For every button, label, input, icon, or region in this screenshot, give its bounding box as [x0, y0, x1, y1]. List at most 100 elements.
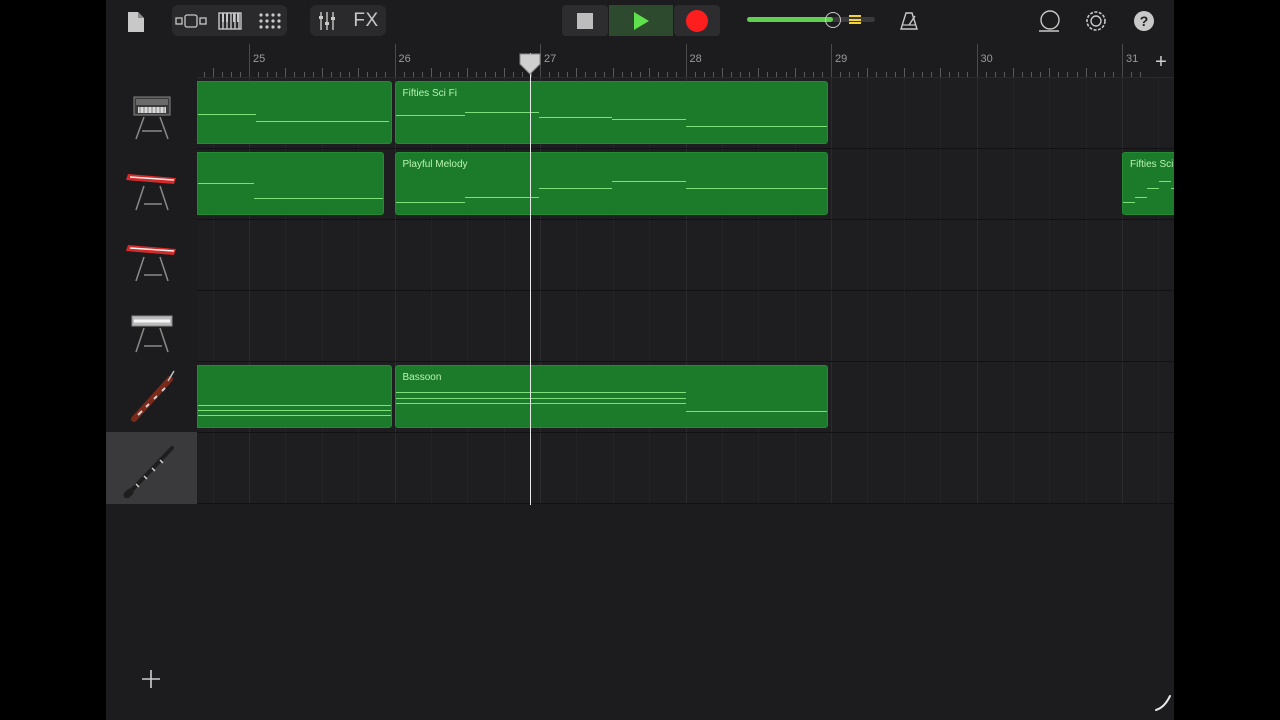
midi-note [198, 410, 391, 412]
ruler-tick [867, 68, 869, 77]
grid-line [1122, 78, 1123, 148]
ruler-bar-label: 30 [980, 53, 993, 65]
settings-icon[interactable] [1084, 9, 1108, 33]
region[interactable]: Fifties Sci Fi [1122, 152, 1174, 215]
volume-knob[interactable] [824, 12, 841, 28]
grid-line [1122, 220, 1123, 290]
grid-line [1158, 78, 1160, 148]
ruler-tick [903, 68, 905, 77]
region[interactable] [197, 152, 385, 215]
volume-fill [747, 17, 833, 22]
track-header-bassoon[interactable] [106, 361, 197, 432]
grid-line [940, 433, 942, 503]
grid-line [794, 433, 796, 503]
track-header-white-keyboard[interactable] [106, 290, 197, 361]
ruler-tick [503, 68, 505, 77]
region[interactable] [197, 365, 392, 428]
ruler-tick [649, 68, 651, 77]
empty-arrangement-area [197, 507, 1174, 720]
ruler-tick [394, 44, 396, 77]
grid-line [1122, 433, 1123, 503]
ruler-tick [285, 68, 287, 77]
record-button[interactable] [674, 5, 720, 36]
grid-line [430, 291, 432, 361]
help-icon[interactable]: ? [1132, 9, 1156, 33]
red-keyboard-icon [126, 174, 176, 211]
track-header-red-keyboard-2[interactable] [106, 219, 197, 290]
region[interactable]: Fifties Sci Fi [394, 81, 829, 144]
volume-slider[interactable] [747, 12, 877, 29]
fx-button[interactable]: FX [350, 8, 382, 34]
grid-line [1012, 362, 1014, 432]
ruler-tick [721, 68, 723, 77]
grid-line [867, 220, 869, 290]
grid-line [1012, 78, 1014, 148]
grid-line [1085, 362, 1087, 432]
grid-line [576, 291, 578, 361]
grid-line [831, 78, 832, 148]
ruler-tick [321, 68, 323, 77]
mixer-icon[interactable] [314, 8, 340, 34]
add-track-button[interactable] [139, 667, 163, 691]
grid-line [394, 220, 396, 290]
grid-line [1049, 78, 1051, 148]
timeline-ruler[interactable]: 25 26 27 28 29 30 31 [197, 44, 1174, 78]
grid-line [540, 220, 541, 290]
stop-icon [577, 12, 593, 29]
track-header-clarinet[interactable] [106, 432, 197, 504]
toolbar: FX ? [106, 0, 1174, 44]
grid-line [903, 362, 905, 432]
track-lanes[interactable]: Fifties Sci Fi Playful Melody Fifties Sci … [197, 77, 1174, 507]
grid-line [1085, 149, 1087, 219]
keyboard-icon[interactable] [217, 8, 243, 34]
track-lane[interactable] [197, 291, 1174, 362]
ruler-tick [249, 44, 250, 77]
play-button[interactable] [609, 5, 673, 36]
ruler-tick [212, 68, 214, 77]
add-section-button[interactable]: + [1151, 51, 1171, 73]
grid-line [212, 291, 214, 361]
playhead-handle[interactable] [518, 52, 542, 76]
region[interactable]: Playful Melody [394, 152, 829, 215]
region[interactable] [197, 81, 392, 144]
grid-line [249, 433, 250, 503]
midi-note [686, 187, 828, 189]
midi-note [254, 198, 384, 200]
grid-line [285, 220, 287, 290]
tracks-view-icon[interactable] [174, 8, 208, 34]
resize-handle-icon[interactable] [1152, 692, 1174, 714]
grid-line [758, 220, 760, 290]
grid-line [940, 78, 942, 148]
grid-line [394, 291, 396, 361]
region[interactable]: Bassoon [394, 365, 829, 428]
grid-icon[interactable] [257, 8, 283, 34]
clarinet-icon [123, 446, 174, 498]
track-header-synth[interactable] [106, 77, 197, 148]
grid-line [212, 220, 214, 290]
grid-line [903, 220, 905, 290]
ruler-tick [430, 68, 432, 77]
midi-note [464, 112, 539, 114]
region-label: Fifties Sci Fi [402, 88, 457, 99]
grid-line [649, 291, 651, 361]
grid-line [467, 220, 469, 290]
volume-meter [849, 15, 861, 24]
grid-line [976, 78, 978, 148]
grid-line [1012, 149, 1014, 219]
ruler-bar-label: 31 [1126, 53, 1139, 65]
loop-icon[interactable] [1036, 9, 1062, 33]
stop-button[interactable] [562, 5, 608, 36]
grid-line [794, 220, 796, 290]
grid-line [503, 433, 505, 503]
playhead-line [529, 53, 531, 505]
track-lane[interactable] [197, 220, 1174, 291]
grid-line [721, 291, 723, 361]
grid-line [976, 291, 978, 361]
midi-note [464, 197, 539, 199]
metronome-icon[interactable] [897, 9, 921, 33]
document-icon[interactable] [124, 9, 148, 35]
grid-line [285, 433, 287, 503]
grid-line [467, 291, 469, 361]
track-header-red-keyboard-1[interactable] [106, 148, 197, 219]
track-lane[interactable] [197, 433, 1174, 504]
